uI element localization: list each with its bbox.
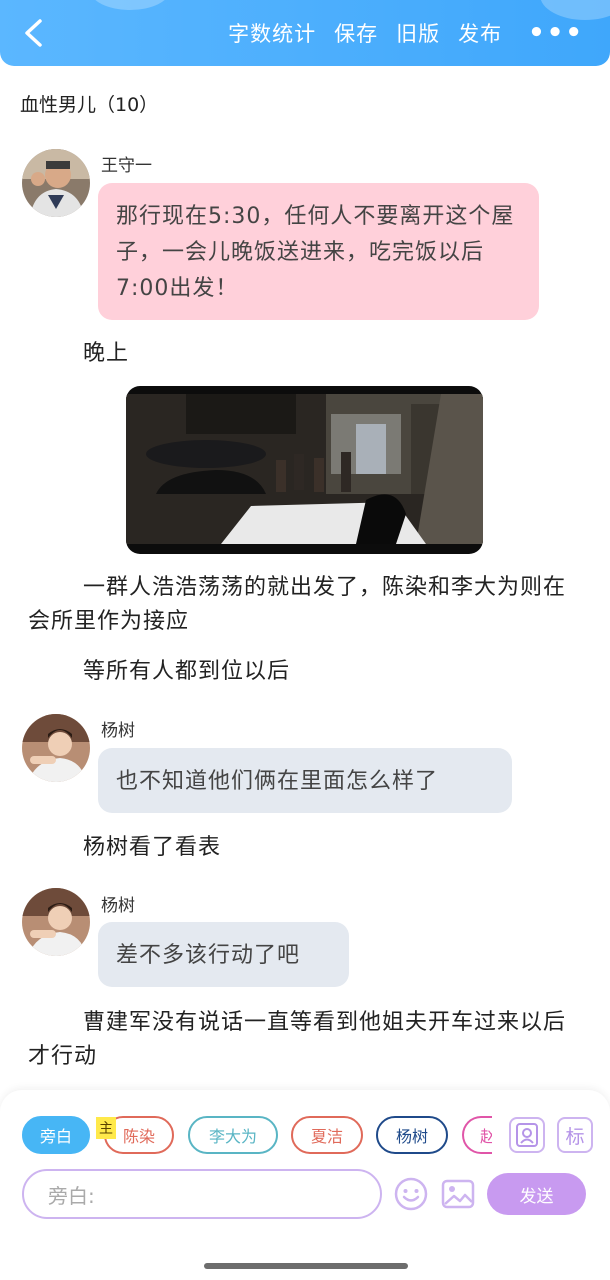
narration-text[interactable]: 等所有人都到位以后 <box>83 655 290 689</box>
avatar-officer-icon <box>22 149 90 217</box>
old-version-button[interactable]: 旧版 <box>396 18 440 48</box>
speaker-name: 杨树 <box>101 721 135 741</box>
role-chip-yangshu[interactable]: 杨树 <box>376 1116 448 1154</box>
role-chip-lidawei[interactable]: 李大为 <box>188 1116 278 1154</box>
message-input[interactable]: 旁白: <box>22 1169 382 1219</box>
home-indicator[interactable] <box>204 1263 408 1269</box>
smiley-icon <box>394 1177 428 1211</box>
dialogue-bubble[interactable]: 那行现在5:30，任何人不要离开这个屋子，一会儿晚饭送进来，吃完饭以后7:00出… <box>98 183 539 320</box>
role-chip-xiajie[interactable]: 夏洁 <box>291 1116 363 1154</box>
header-actions: 字数统计 保存 旧版 发布 ••• <box>228 0 610 66</box>
avatar[interactable] <box>22 888 90 956</box>
narration-text[interactable]: 晚上 <box>83 337 129 371</box>
image-icon <box>441 1179 475 1209</box>
avatar[interactable] <box>22 714 90 782</box>
dialogue-bubble[interactable]: 差不多该行动了吧 <box>98 922 349 987</box>
image-button[interactable] <box>440 1176 476 1212</box>
speaker-name: 杨树 <box>101 896 135 916</box>
top-bar: 字数统计 保存 旧版 发布 ••• <box>0 0 610 66</box>
avatar-young-man-icon <box>22 714 90 782</box>
emoji-button[interactable] <box>393 1176 429 1212</box>
main-role-badge: 主 <box>96 1117 116 1139</box>
word-count-button[interactable]: 字数统计 <box>228 18 316 48</box>
send-button[interactable]: 发送 <box>487 1173 586 1215</box>
night-scene-image <box>126 394 483 544</box>
save-button[interactable]: 保存 <box>334 18 378 48</box>
editor-page: 字数统计 保存 旧版 发布 ••• 血性男儿（10） 王守一 那行现在5:30，… <box>0 0 610 1280</box>
group-title: 血性男儿（10） <box>20 94 159 116</box>
speaker-name: 王守一 <box>101 156 152 176</box>
scene-photo[interactable] <box>126 386 483 554</box>
avatar-young-man-icon <box>22 888 90 956</box>
narration-text[interactable]: 曹建军没有说话一直等看到他姐夫开车过来以后才行动 <box>28 1006 576 1074</box>
header-decoration <box>90 0 170 10</box>
avatar[interactable] <box>22 149 90 217</box>
chevron-left-icon <box>25 19 42 47</box>
role-manage-button[interactable] <box>509 1117 545 1153</box>
publish-button[interactable]: 发布 <box>458 18 502 48</box>
narration-text[interactable]: 杨树看了看表 <box>83 831 221 865</box>
mark-button[interactable]: 标 <box>557 1117 593 1153</box>
role-chip-narrator[interactable]: 旁白 <box>22 1116 90 1154</box>
narration-text[interactable]: 一群人浩浩荡荡的就出发了，陈染和李大为则在会所里作为接应 <box>28 571 573 639</box>
back-button[interactable] <box>18 16 50 50</box>
role-chip-zhao[interactable]: 赵 <box>462 1116 492 1154</box>
dialogue-bubble[interactable]: 也不知道他们俩在里面怎么样了 <box>98 748 512 813</box>
more-dots-icon[interactable]: ••• <box>528 18 584 48</box>
person-card-icon <box>516 1123 538 1147</box>
